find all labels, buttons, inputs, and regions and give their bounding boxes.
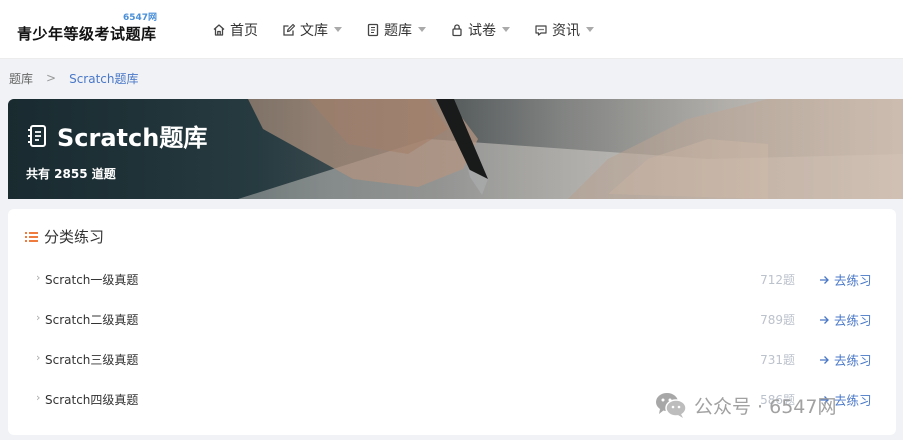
category-name[interactable]: Scratch三级真题 xyxy=(45,351,138,368)
nav-label-question-bank: 题库 xyxy=(384,22,412,39)
practice-label: 去练习 xyxy=(834,273,872,288)
home-icon xyxy=(212,23,226,37)
book-list-icon xyxy=(28,124,46,147)
practice-button[interactable]: 去练习 xyxy=(819,310,872,329)
practice-label: 去练习 xyxy=(834,393,872,408)
banner-title-text: Scratch题库 xyxy=(57,124,208,152)
chevron-down-icon xyxy=(586,27,594,32)
watermark-text: 公众号 · 6547网 xyxy=(694,395,837,418)
list-item[interactable]: › Scratch三级真题 731题 去练习 xyxy=(8,347,896,371)
question-count: 789题 xyxy=(760,313,795,327)
nav-label-exam-papers: 试卷 xyxy=(468,22,496,39)
nav-item-exam-papers[interactable]: 试卷 xyxy=(450,20,510,40)
arrow-right-icon xyxy=(820,355,829,364)
list-item[interactable]: › Scratch一级真题 712题 去练习 xyxy=(8,267,896,291)
logo-title: 青少年等级考试题库 xyxy=(17,25,157,43)
chevron-right-icon: › xyxy=(36,271,41,284)
arrow-right-icon xyxy=(820,275,829,284)
wechat-icon xyxy=(656,393,687,418)
category-name[interactable]: Scratch二级真题 xyxy=(45,311,138,328)
watermark: 公众号 · 6547网 xyxy=(654,390,836,420)
question-total-count: 共有 2855 道题 xyxy=(26,167,116,181)
breadcrumb-separator: > xyxy=(46,71,57,85)
chevron-right-icon: › xyxy=(36,351,41,364)
main-nav: 首页 文库 题库 试卷 资讯 xyxy=(212,0,618,59)
practice-label: 去练习 xyxy=(834,353,872,368)
category-banner: Scratch题库 共有 2855 道题 xyxy=(8,99,903,199)
lock-icon xyxy=(450,23,464,37)
logo-badge: 6547网 xyxy=(123,13,158,23)
chevron-down-icon xyxy=(334,27,342,32)
category-name[interactable]: Scratch一级真题 xyxy=(45,271,138,288)
site-logo[interactable]: 青少年等级考试题库 6547网 xyxy=(17,10,167,50)
edit-icon xyxy=(282,23,296,37)
question-count: 731题 xyxy=(760,353,795,367)
chat-icon xyxy=(534,23,548,37)
top-header: 青少年等级考试题库 6547网 首页 文库 题库 试卷 资讯 xyxy=(0,0,903,59)
breadcrumb-root-link[interactable]: 题库 xyxy=(9,70,33,87)
notebook-icon xyxy=(366,23,380,37)
nav-label-library: 文库 xyxy=(300,22,328,39)
nav-item-library[interactable]: 文库 xyxy=(282,20,342,40)
nav-label-home: 首页 xyxy=(230,22,258,39)
breadcrumb-current[interactable]: Scratch题库 xyxy=(69,70,138,87)
chevron-down-icon xyxy=(502,27,510,32)
card-title: 分类练习 xyxy=(25,226,104,247)
nav-item-home[interactable]: 首页 xyxy=(212,20,258,40)
list-item[interactable]: › Scratch二级真题 789题 去练习 xyxy=(8,307,896,331)
nav-label-news: 资讯 xyxy=(552,22,580,39)
chevron-right-icon: › xyxy=(36,311,41,324)
category-name[interactable]: Scratch四级真题 xyxy=(45,391,138,408)
chevron-down-icon xyxy=(418,27,426,32)
card-title-text: 分类练习 xyxy=(44,228,105,246)
practice-button[interactable]: 去练习 xyxy=(819,270,872,289)
question-count: 712题 xyxy=(760,273,795,287)
arrow-right-icon xyxy=(820,315,829,324)
list-icon xyxy=(25,231,38,242)
practice-button[interactable]: 去练习 xyxy=(819,350,872,369)
chevron-right-icon: › xyxy=(36,391,41,404)
nav-item-news[interactable]: 资讯 xyxy=(534,20,594,40)
nav-item-question-bank[interactable]: 题库 xyxy=(366,20,426,40)
practice-label: 去练习 xyxy=(834,313,872,328)
banner-title: Scratch题库 xyxy=(26,118,207,153)
breadcrumb: 题库 > Scratch题库 xyxy=(9,70,139,86)
